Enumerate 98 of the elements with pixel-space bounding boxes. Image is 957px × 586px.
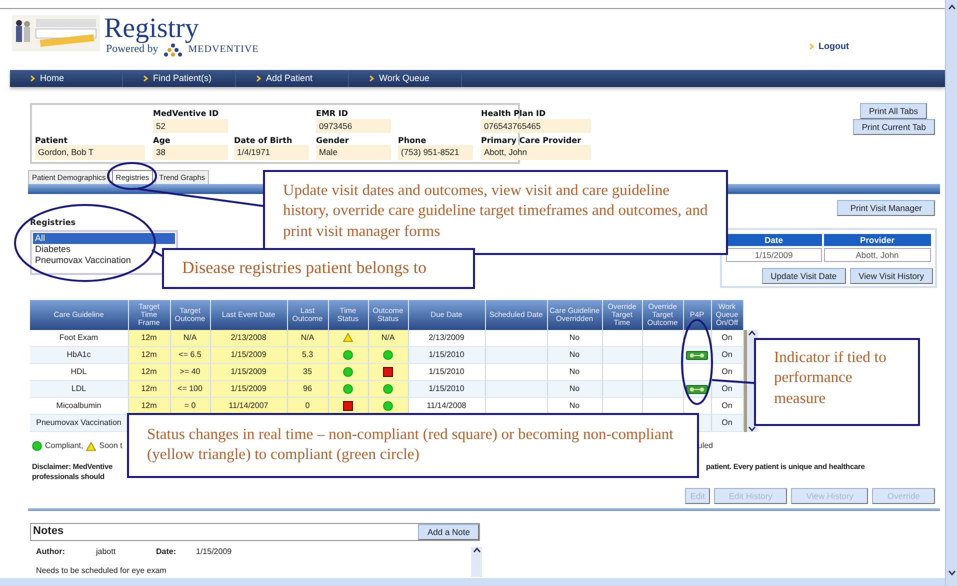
print-button[interactable]: Print Current Tab xyxy=(852,119,935,136)
highlight-ellipse xyxy=(107,162,157,190)
scroll-down-icon[interactable] xyxy=(948,570,956,576)
table-cell: No xyxy=(547,380,602,398)
print-button[interactable]: Print All Tabs xyxy=(860,103,927,120)
nav-link[interactable]: Find Patient(s) xyxy=(123,70,236,87)
field-value: Abott, John xyxy=(481,145,591,160)
field-value: (753) 951-8521 xyxy=(398,145,473,160)
table-cell: Abott, John xyxy=(824,248,931,262)
field-value: jabott xyxy=(96,546,117,557)
field-value: 0973456 xyxy=(316,118,391,133)
table-cell: N/A xyxy=(368,330,408,347)
add-note-button[interactable]: Add a Note xyxy=(418,524,479,540)
field-value: Gordon, Bob T xyxy=(35,145,145,160)
vertical-scrollbar[interactable] xyxy=(945,0,957,586)
callout-text: Disease registries patient belongs to xyxy=(162,248,475,289)
table-cell: 1/15/2009 xyxy=(210,364,287,381)
table-cell: N/A xyxy=(170,330,210,347)
horizontal-scrollbar[interactable] xyxy=(0,578,945,586)
scroll-up-icon[interactable] xyxy=(472,546,480,553)
field-label: Patient xyxy=(35,134,69,146)
p4p-indicator-icon xyxy=(686,350,708,360)
field-label: Age xyxy=(153,134,172,146)
table-cell: 1/15/2010 xyxy=(408,346,485,364)
chevron-icon xyxy=(369,75,375,82)
table-cell: 12m xyxy=(128,346,170,364)
table-cell: On xyxy=(711,364,743,381)
field-value: 1/4/1971 xyxy=(234,145,309,160)
callout-text: Indicator if tied to performance measure xyxy=(754,338,920,426)
scroll-up-icon[interactable] xyxy=(748,330,756,336)
table-cell: <= 100 xyxy=(170,380,210,398)
chevron-icon xyxy=(256,75,262,82)
chevron-icon xyxy=(143,75,149,82)
legend-text: Compliant, xyxy=(45,441,84,451)
list-item[interactable]: Pneumovax Vaccination xyxy=(33,254,133,266)
column-header: Date xyxy=(726,234,822,246)
brand-name: MEDVENTIVE xyxy=(188,44,259,56)
field-value: Male xyxy=(316,145,391,160)
table-cell: 12m xyxy=(128,364,170,381)
field-value: 38 xyxy=(153,145,228,160)
leader-line xyxy=(712,379,754,384)
table-cell: 1/15/2009 xyxy=(210,346,287,364)
table-cell: 1/15/2010 xyxy=(408,380,485,398)
visit-button[interactable]: Update Visit Date xyxy=(762,268,846,284)
callout-text: Update visit dates and outcomes, view visit and care guideline history, override care guideline target timeframes and outcomes, and print visit manager forms xyxy=(263,170,728,255)
table-cell: N/A xyxy=(287,330,328,347)
table-cell: HbA1c xyxy=(30,346,128,364)
table-cell: No xyxy=(547,346,602,364)
table-cell: 96 xyxy=(287,380,328,398)
field-label: Gender xyxy=(316,134,350,146)
table-cell: >= 40 xyxy=(170,364,210,381)
callout-text: Status changes in real time – non-compliant (red square) or becoming non-compliant (yellow triangle) to compliant (green circle) xyxy=(127,413,699,478)
notes-scrollbar[interactable] xyxy=(471,546,482,577)
chevron-icon xyxy=(808,42,814,50)
chevron-icon xyxy=(30,75,36,82)
notes-title: Notes xyxy=(32,525,64,538)
p4p-indicator-icon xyxy=(686,384,708,394)
list-item[interactable]: Diabetes xyxy=(33,244,73,255)
table-cell: 35 xyxy=(287,364,328,381)
legend-text: Soon t xyxy=(99,441,122,451)
field-value: 1/15/2009 xyxy=(196,546,232,557)
table-cell: 5.3 xyxy=(287,346,328,364)
table-cell: 1/15/2009 xyxy=(726,248,822,262)
table-cell: On xyxy=(711,414,743,432)
registries-label: Registries xyxy=(30,218,77,228)
note-text: Needs to be scheduled for eye exam xyxy=(36,566,168,576)
table-cell: 12m xyxy=(128,330,170,347)
logout-link[interactable]: Logout xyxy=(808,41,849,52)
field-value: 52 xyxy=(153,118,228,133)
field-label: Primary Care Provider xyxy=(481,134,582,146)
leader-line xyxy=(151,249,163,257)
nav-link[interactable]: Home xyxy=(10,70,123,87)
table-cell: Pneumovax Vaccination xyxy=(30,414,128,432)
dots-logo-icon xyxy=(164,43,182,57)
field-value: 076543765465 xyxy=(481,118,591,133)
nav-link[interactable]: Work Queue xyxy=(349,70,462,87)
field-label: Health Plan ID xyxy=(481,108,547,119)
scroll-down-icon[interactable] xyxy=(748,426,756,432)
list-item[interactable]: All xyxy=(33,233,175,244)
field-label: MedVentive ID xyxy=(153,108,220,119)
table-cell: 1/15/2009 xyxy=(210,380,287,398)
visit-button[interactable]: View Visit History xyxy=(850,268,933,284)
field-label: Date: xyxy=(156,546,178,557)
registries-listbox[interactable]: All Diabetes Pneumovax Vaccination xyxy=(30,230,178,276)
table-cell: 2/13/2008 xyxy=(210,330,287,347)
field-label: Author: xyxy=(36,546,66,557)
table-cell: LDL xyxy=(30,380,128,398)
print-visit-manager-button[interactable]: Print Visit Manager xyxy=(837,200,935,216)
table-cell: <= 6.5 xyxy=(170,346,210,364)
nav-link[interactable]: Add Patient xyxy=(236,70,349,87)
field-label: EMR ID xyxy=(316,108,349,119)
field-label: Phone xyxy=(398,134,428,146)
app-title: Registry xyxy=(104,15,200,43)
field-label: Date of Birth xyxy=(234,134,294,146)
table-cell: 12m xyxy=(128,380,170,398)
scroll-up-icon[interactable] xyxy=(948,4,956,10)
powered-by-text: Powered by xyxy=(106,43,158,57)
column-header: Provider xyxy=(824,234,931,246)
